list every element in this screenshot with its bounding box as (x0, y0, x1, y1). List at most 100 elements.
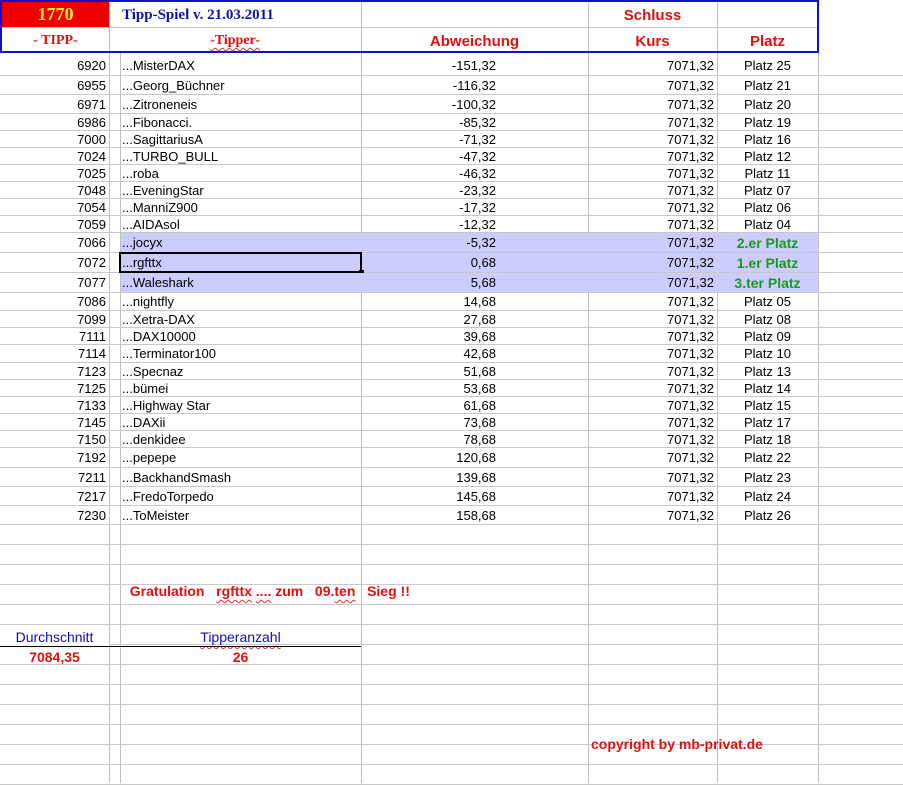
tipp-cell[interactable]: 7086 (0, 293, 109, 310)
platz-cell[interactable]: Platz 16 (717, 131, 818, 147)
abweichung-cell[interactable]: 139,68 (361, 468, 588, 486)
kurs-cell[interactable]: 7071,32 (588, 56, 717, 75)
platz-cell[interactable]: Platz 10 (717, 345, 818, 362)
abweichung-cell[interactable]: 145,68 (361, 487, 588, 505)
kurs-cell[interactable]: 7071,32 (588, 165, 717, 181)
abweichung-cell[interactable]: -12,32 (361, 216, 588, 232)
kurs-cell[interactable]: 7071,32 (588, 328, 717, 344)
tipper-cell[interactable]: ...ManniZ900 (121, 199, 361, 215)
platz-cell[interactable]: Platz 08 (717, 311, 818, 327)
tipper-cell[interactable]: ...DAX10000 (121, 328, 361, 344)
kurs-cell[interactable]: 7071,32 (588, 431, 717, 447)
platz-cell[interactable]: Platz 13 (717, 363, 818, 379)
tipp-cell[interactable]: 7111 (0, 328, 109, 344)
tipper-cell[interactable]: ...nightfly (121, 293, 361, 310)
platz-cell[interactable]: Platz 25 (717, 56, 818, 75)
tipper-cell[interactable]: ...DAXii (121, 414, 361, 430)
kurs-cell[interactable]: 7071,32 (588, 397, 717, 413)
platz-cell[interactable]: Platz 11 (717, 165, 818, 181)
kurs-cell[interactable]: 7071,32 (588, 311, 717, 327)
tipper-cell[interactable]: ...Georg_Büchner (121, 76, 361, 94)
kurs-cell[interactable]: 7071,32 (588, 148, 717, 164)
platz-cell[interactable]: Platz 24 (717, 487, 818, 505)
tipp-cell[interactable]: 7048 (0, 182, 109, 198)
average-value[interactable]: 7084,35 (0, 649, 109, 665)
kurs-cell[interactable]: 7071,32 (588, 253, 717, 272)
platz-cell[interactable]: Platz 04 (717, 216, 818, 232)
tipp-cell[interactable]: 7145 (0, 414, 109, 430)
tipper-cell[interactable]: ...ToMeister (121, 506, 361, 524)
tipp-cell[interactable]: 7099 (0, 311, 109, 327)
tipper-cell[interactable]: ...SagittariusA (121, 131, 361, 147)
abweichung-cell[interactable]: -17,32 (361, 199, 588, 215)
tipp-cell[interactable]: 7025 (0, 165, 109, 181)
platz-cell[interactable]: Platz 17 (717, 414, 818, 430)
tipper-cell[interactable]: ...jocyx (121, 233, 361, 252)
tipp-cell[interactable]: 7072 (0, 253, 109, 272)
tipper-cell[interactable]: ...pepepe (121, 448, 361, 467)
tipp-cell[interactable]: 7000 (0, 131, 109, 147)
abweichung-cell[interactable]: 27,68 (361, 311, 588, 327)
tipper-cell[interactable]: ...Xetra-DAX (121, 311, 361, 327)
platz-cell[interactable]: Platz 05 (717, 293, 818, 310)
abweichung-cell[interactable]: 120,68 (361, 448, 588, 467)
kurs-cell[interactable]: 7071,32 (588, 414, 717, 430)
platz-cell[interactable]: Platz 12 (717, 148, 818, 164)
tipp-cell[interactable]: 7125 (0, 380, 109, 396)
tipp-cell[interactable]: 7192 (0, 448, 109, 467)
abweichung-cell[interactable]: -100,32 (361, 95, 588, 113)
abweichung-cell[interactable]: 0,68 (361, 253, 588, 272)
tipper-cell[interactable]: ...AIDAsol (121, 216, 361, 232)
platz-cell[interactable]: Platz 09 (717, 328, 818, 344)
tipp-cell[interactable]: 7024 (0, 148, 109, 164)
platz-cell[interactable]: Platz 26 (717, 506, 818, 524)
tipper-cell[interactable]: ...BackhandSmash (121, 468, 361, 486)
kurs-cell[interactable]: 7071,32 (588, 273, 717, 292)
kurs-cell[interactable]: 7071,32 (588, 233, 717, 252)
abweichung-cell[interactable]: 51,68 (361, 363, 588, 379)
kurs-cell[interactable]: 7071,32 (588, 293, 717, 310)
kurs-cell[interactable]: 7071,32 (588, 468, 717, 486)
platz-cell[interactable]: Platz 23 (717, 468, 818, 486)
tipper-cell[interactable]: ...Zitroneneis (121, 95, 361, 113)
tipp-cell[interactable]: 7133 (0, 397, 109, 413)
platz-cell[interactable]: Platz 14 (717, 380, 818, 396)
platz-cell[interactable]: Platz 06 (717, 199, 818, 215)
kurs-cell[interactable]: 7071,32 (588, 114, 717, 130)
tipp-cell[interactable]: 7230 (0, 506, 109, 524)
abweichung-cell[interactable]: -151,32 (361, 56, 588, 75)
abweichung-cell[interactable]: -5,32 (361, 233, 588, 252)
tipper-cell[interactable]: ...roba (121, 165, 361, 181)
platz-cell[interactable]: 1.er Platz (717, 253, 818, 272)
abweichung-cell[interactable]: -47,32 (361, 148, 588, 164)
abweichung-cell[interactable]: -23,32 (361, 182, 588, 198)
platz-cell[interactable]: Platz 19 (717, 114, 818, 130)
tipp-cell[interactable]: 6920 (0, 56, 109, 75)
tipp-cell[interactable]: 6955 (0, 76, 109, 94)
kurs-cell[interactable]: 7071,32 (588, 199, 717, 215)
abweichung-cell[interactable]: 14,68 (361, 293, 588, 310)
tipper-cell[interactable]: ...Highway Star (121, 397, 361, 413)
tipper-cell[interactable]: ...Waleshark (121, 273, 361, 292)
count-value[interactable]: 26 (120, 649, 361, 665)
platz-cell[interactable]: Platz 20 (717, 95, 818, 113)
tipp-cell[interactable]: 7066 (0, 233, 109, 252)
tipp-cell[interactable]: 7211 (0, 468, 109, 486)
abweichung-cell[interactable]: 42,68 (361, 345, 588, 362)
kurs-cell[interactable]: 7071,32 (588, 345, 717, 362)
tipper-cell[interactable]: ...TURBO_BULL (121, 148, 361, 164)
kurs-cell[interactable]: 7071,32 (588, 182, 717, 198)
kurs-cell[interactable]: 7071,32 (588, 76, 717, 94)
abweichung-cell[interactable]: 53,68 (361, 380, 588, 396)
tipp-number-cell[interactable]: 1770 (2, 2, 109, 27)
tipp-cell[interactable]: 7150 (0, 431, 109, 447)
tipper-cell[interactable]: ...Terminator100 (121, 345, 361, 362)
platz-cell[interactable]: 3.ter Platz (717, 273, 818, 292)
abweichung-cell[interactable]: 78,68 (361, 431, 588, 447)
platz-cell[interactable]: 2.er Platz (717, 233, 818, 252)
tipper-cell[interactable]: ...Specnaz (121, 363, 361, 379)
kurs-cell[interactable]: 7071,32 (588, 95, 717, 113)
tipp-cell[interactable]: 7059 (0, 216, 109, 232)
abweichung-cell[interactable]: -46,32 (361, 165, 588, 181)
abweichung-cell[interactable]: 5,68 (361, 273, 588, 292)
